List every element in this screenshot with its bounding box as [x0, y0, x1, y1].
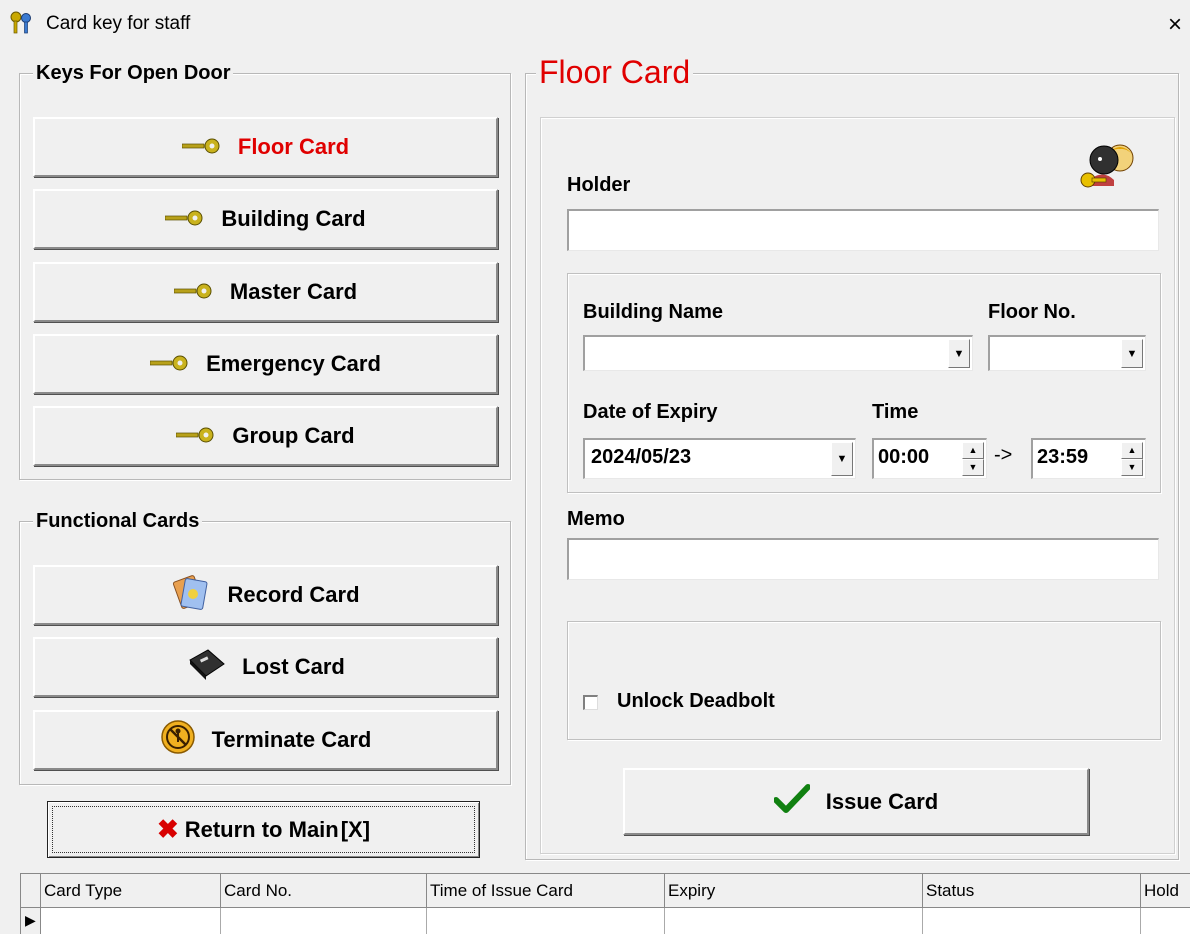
lost-card-button[interactable]: Lost Card: [33, 637, 498, 697]
group-card-label: Group Card: [232, 423, 355, 448]
col-card-no[interactable]: Card No.: [221, 874, 427, 908]
master-card-label: Master Card: [229, 279, 358, 304]
keys-icon: [8, 10, 34, 36]
spin-up-icon[interactable]: ▲: [1121, 442, 1143, 459]
holder-input[interactable]: [567, 209, 1159, 251]
building-name-select[interactable]: ▼: [583, 335, 973, 371]
row-indicator: ▶: [21, 908, 41, 934]
table-row-cell[interactable]: [1141, 908, 1190, 934]
floor-card-button[interactable]: Floor Card: [33, 117, 498, 177]
unlock-deadbolt-label: Unlock Deadbolt: [617, 690, 775, 712]
current-row-icon: ▶: [25, 912, 36, 928]
group-card-button[interactable]: Group Card: [33, 406, 498, 466]
key-icon: [176, 423, 216, 449]
chevron-down-icon[interactable]: ▼: [831, 442, 853, 476]
expiry-value: 2024/05/23: [591, 446, 692, 468]
spin-down-icon[interactable]: ▼: [1121, 459, 1143, 476]
terminate-icon: [160, 719, 196, 761]
unlock-deadbolt-checkbox[interactable]: [583, 695, 598, 710]
memo-label: Memo: [567, 508, 625, 530]
time-from-spin[interactable]: ▲ ▼: [962, 442, 984, 476]
time-from-spinner[interactable]: 00:00 ▲ ▼: [872, 438, 987, 479]
issue-card-button[interactable]: Issue Card: [623, 768, 1089, 835]
lost-card-icon: [186, 646, 226, 688]
expiry-label: Date of Expiry: [583, 401, 718, 423]
col-time-of-issue[interactable]: Time of Issue Card: [427, 874, 665, 908]
grid-corner: [21, 874, 41, 908]
cards-grid[interactable]: Card Type Card No. Time of Issue Card Ex…: [20, 873, 1190, 934]
terminate-card-button[interactable]: Terminate Card: [33, 710, 498, 770]
deadbolt-group: [567, 621, 1161, 740]
table-row-cell[interactable]: [665, 908, 923, 934]
time-label: Time: [872, 401, 919, 423]
floor-card-label: Floor Card: [237, 134, 350, 159]
time-to-spin[interactable]: ▲ ▼: [1121, 442, 1143, 476]
return-to-main-button[interactable]: ✖ Return to Main [X]: [47, 801, 480, 858]
record-card-label: Record Card: [227, 582, 360, 607]
holder-people-icon: [1078, 140, 1140, 197]
key-icon: [149, 351, 190, 377]
spin-up-icon[interactable]: ▲: [962, 442, 984, 459]
lost-card-label: Lost Card: [242, 654, 345, 679]
floor-no-label: Floor No.: [988, 301, 1076, 323]
time-to-spinner[interactable]: 23:59 ▲ ▼: [1031, 438, 1146, 479]
record-card-icon: [171, 572, 211, 618]
terminate-card-label: Terminate Card: [211, 727, 372, 752]
key-icon: [165, 206, 205, 232]
time-from-value: 00:00: [878, 446, 930, 468]
floor-no-select[interactable]: ▼: [988, 335, 1146, 371]
table-row-cell[interactable]: [221, 908, 427, 934]
time-to-value: 23:59: [1037, 446, 1089, 468]
building-name-label: Building Name: [583, 301, 724, 323]
key-icon: [173, 279, 214, 305]
time-arrow: ->: [994, 444, 1013, 466]
col-status[interactable]: Status: [923, 874, 1141, 908]
issue-card-label: Issue Card: [825, 788, 939, 814]
col-hold[interactable]: Hold: [1141, 874, 1190, 908]
window-title: Card key for staff: [46, 13, 191, 34]
key-icon: [181, 134, 222, 160]
col-card-type[interactable]: Card Type: [41, 874, 221, 908]
spin-down-icon[interactable]: ▼: [962, 459, 984, 476]
master-card-button[interactable]: Master Card: [33, 262, 498, 322]
memo-input[interactable]: [567, 538, 1159, 580]
expiry-date-picker[interactable]: 2024/05/23 ▼: [583, 438, 856, 479]
chevron-down-icon[interactable]: ▼: [1121, 339, 1143, 368]
holder-label: Holder: [567, 174, 631, 196]
table-row-cell[interactable]: [41, 908, 221, 934]
checkmark-icon: [772, 783, 811, 820]
emergency-card-button[interactable]: Emergency Card: [33, 334, 498, 394]
emergency-card-label: Emergency Card: [206, 351, 381, 376]
col-expiry[interactable]: Expiry: [665, 874, 923, 908]
table-row-cell[interactable]: [427, 908, 665, 934]
chevron-down-icon[interactable]: ▼: [948, 339, 970, 368]
floor-card-title: Floor Card: [536, 54, 694, 91]
building-card-button[interactable]: Building Card: [33, 189, 498, 249]
building-card-label: Building Card: [221, 206, 366, 231]
keys-group-legend: Keys For Open Door: [33, 62, 234, 85]
record-card-button[interactable]: Record Card: [33, 565, 498, 625]
title-bar: Card key for staff ×: [0, 0, 1190, 50]
table-row-cell[interactable]: [923, 908, 1141, 934]
functional-group-legend: Functional Cards: [33, 510, 203, 533]
focus-ring: [52, 806, 475, 853]
close-button[interactable]: ×: [1160, 8, 1190, 42]
